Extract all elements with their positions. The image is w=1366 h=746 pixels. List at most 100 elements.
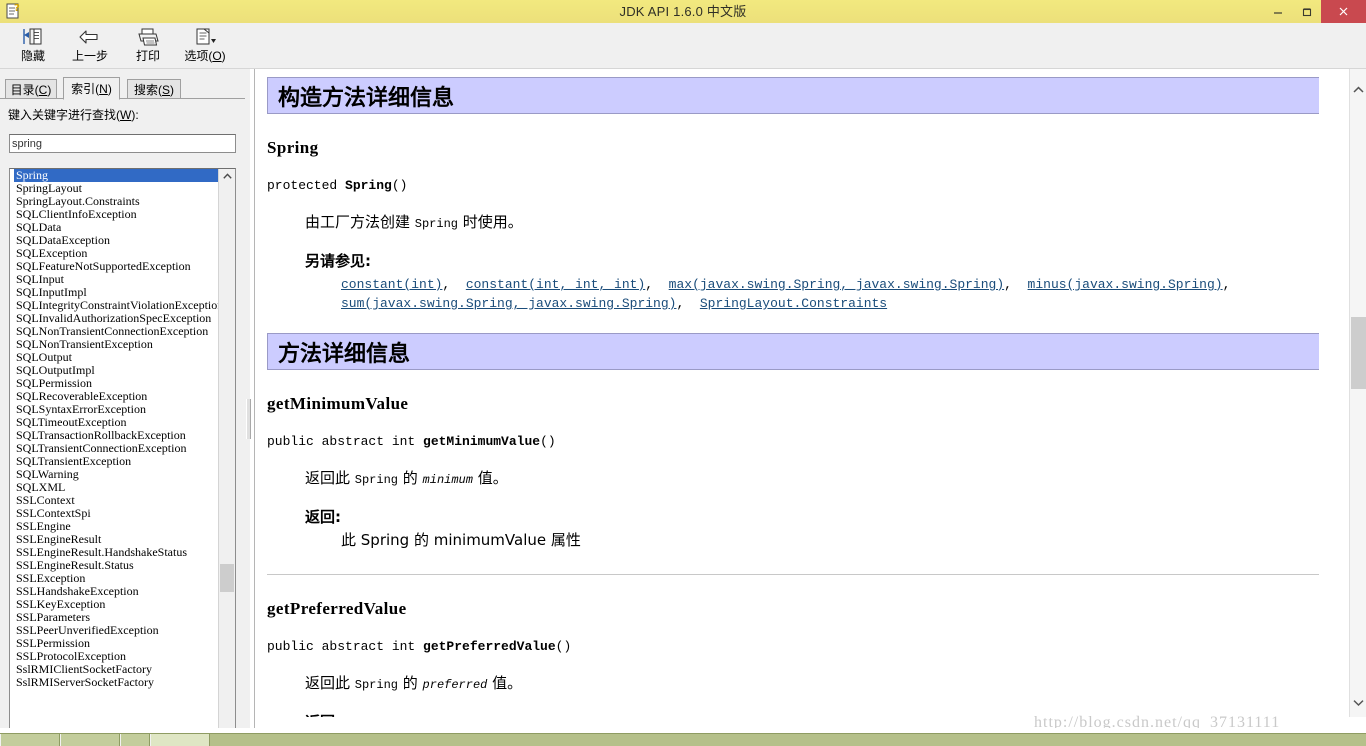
tab-search[interactable]: 搜索(S) [127,79,181,99]
minimize-button[interactable] [1263,0,1292,23]
method-signature-getpreferredvalue: public abstract int getPreferredValue() [267,639,572,654]
index-list-item[interactable]: SSLKeyException [14,598,223,611]
keyword-label: 键入关键字进行查找(W): [8,108,139,122]
see-also-link[interactable]: constant(int, int, int) [466,277,645,292]
index-list-item[interactable]: SQLIntegrityConstraintViolationException [14,299,223,312]
index-list-item[interactable]: SslRMIServerSocketFactory [14,676,223,689]
method-description-getminimumvalue: 返回此 Spring 的 minimum 值。 [305,469,508,487]
scroll-up-icon[interactable] [219,169,235,184]
tab-contents[interactable]: 目录(C) [5,79,57,99]
toolbar-button-print[interactable]: 打印 [119,24,177,67]
index-list-item[interactable]: SSLParameters [14,611,223,624]
see-also-link[interactable]: SpringLayout.Constraints [700,296,887,311]
method-name-getminimumvalue: getMinimumValue [267,394,409,413]
doc-scroll-thumb[interactable] [1351,317,1366,389]
see-also-link[interactable]: constant(int) [341,277,442,292]
toolbar-button-print-label: 打印 [135,49,160,63]
index-list-item[interactable]: SQLInputImpl [14,286,223,299]
see-also-link[interactable]: sum(javax.swing.Spring, javax.swing.Spri… [341,296,676,311]
index-list-item[interactable]: SSLPermission [14,637,223,650]
document-pane: 构造方法详细信息 Spring protected Spring() 由工厂方法… [254,69,1366,734]
toolbar-button-hide[interactable]: 隐藏 [4,24,62,67]
constructor-signature: protected Spring() [267,178,408,193]
index-list-item[interactable]: SQLException [14,247,223,260]
pane-splitter[interactable] [245,69,251,734]
window-title: JDK API 1.6.0 中文版 [619,4,747,19]
index-list-items: Spring SpringLayout SpringLayout.Constrain… [10,169,223,689]
index-list-item[interactable]: SQLNonTransientException [14,338,223,351]
index-list-item[interactable]: SQLInput [14,273,223,286]
section-heading-method-detail: 方法详细信息 [267,333,1319,370]
maximize-button[interactable] [1292,0,1321,23]
index-list-item[interactable]: SQLWarning [14,468,223,481]
link-separator: , [676,296,700,311]
toolbar-button-hide-label: 隐藏 [20,49,45,63]
index-list-item[interactable]: SQLRecoverableException [14,390,223,403]
hide-pane-icon [4,24,62,48]
see-also-link[interactable]: minus(javax.swing.Spring) [1028,277,1223,292]
index-list-item[interactable]: SSLEngineResult.Status [14,559,223,572]
index-list-item[interactable]: SQLData [14,221,223,234]
index-list-item[interactable]: SQLXML [14,481,223,494]
link-separator: , [645,277,669,292]
index-list-item[interactable]: SQLInvalidAuthorizationSpecException [14,312,223,325]
see-also-links: constant(int), constant(int, int, int), … [341,275,1321,313]
index-list-item[interactable]: SSLEngineResult.HandshakeStatus [14,546,223,559]
document-vertical-scrollbar[interactable] [1349,69,1366,717]
index-list-item[interactable]: SQLClientInfoException [14,208,223,221]
doc-scroll-down-icon[interactable] [1350,694,1366,711]
returns-body-getminimumvalue: 此 Spring 的 minimumValue 属性 [341,531,581,549]
constructor-description: 由工厂方法创建 Spring 时使用。 [305,213,523,231]
index-list-item[interactable]: SQLDataException [14,234,223,247]
constructor-name: Spring [267,138,319,157]
splitter-grip[interactable] [246,399,251,439]
index-list-item[interactable]: SpringLayout.Constraints [14,195,223,208]
index-list-item[interactable]: SpringLayout [14,182,223,195]
index-list-item[interactable]: SSLContextSpi [14,507,223,520]
taskbar-item[interactable] [120,734,150,746]
index-list-item[interactable]: SQLTransientException [14,455,223,468]
help-viewer-window: ? JDK API 1.6.0 中文版 隐藏 上一步 打印 选项(O) 目录(C… [0,0,1366,746]
index-list-item[interactable]: SSLPeerUnverifiedException [14,624,223,637]
scroll-thumb[interactable] [220,564,234,592]
method-description-getpreferredvalue: 返回此 Spring 的 preferred 值。 [305,674,523,692]
taskbar-item-active[interactable] [150,734,210,746]
index-list-item[interactable]: Spring [14,169,221,182]
see-also-link[interactable]: max(javax.swing.Spring, javax.swing.Spri… [669,277,1004,292]
taskbar [0,733,1366,746]
index-list-item[interactable]: SSLException [14,572,223,585]
options-icon [176,24,234,48]
index-list-item[interactable]: SSLEngine [14,520,223,533]
index-list-item[interactable]: SQLTransientConnectionException [14,442,223,455]
taskbar-item[interactable] [60,734,120,746]
printer-icon [119,24,177,48]
index-list-item[interactable]: SQLTransactionRollbackException [14,429,223,442]
keyword-search-input[interactable] [9,134,236,153]
tab-index[interactable]: 索引(N) [63,77,120,100]
index-list-item[interactable]: SSLProtocolException [14,650,223,663]
document-content: 构造方法详细信息 Spring protected Spring() 由工厂方法… [255,69,1333,734]
taskbar-item[interactable] [0,734,60,746]
link-separator: , [1222,277,1239,292]
index-list-item[interactable]: SQLTimeoutException [14,416,223,429]
index-list-item[interactable]: SQLPermission [14,377,223,390]
method-divider [267,574,1319,575]
index-list-item[interactable]: SQLNonTransientConnectionException [14,325,223,338]
toolbar-button-options[interactable]: 选项(O) [176,24,234,67]
index-list-item[interactable]: SslRMIClientSocketFactory [14,663,223,676]
toolbar-button-back[interactable]: 上一步 [61,24,119,67]
section-heading-constructor-detail: 构造方法详细信息 [267,77,1319,114]
window-controls [1263,0,1366,23]
close-button[interactable] [1321,0,1366,23]
index-list-scrollbar[interactable] [218,169,235,746]
doc-scroll-up-icon[interactable] [1350,81,1366,98]
navigation-pane: 目录(C) 索引(N) 搜索(S) 键入关键字进行查找(W): Spring Sp… [0,69,250,746]
index-list-item[interactable]: SQLSyntaxErrorException [14,403,223,416]
index-list-item[interactable]: SQLOutputImpl [14,364,223,377]
index-list-item[interactable]: SSLHandshakeException [14,585,223,598]
index-list-item[interactable]: SSLContext [14,494,223,507]
index-listbox[interactable]: Spring SpringLayout SpringLayout.Constrain… [9,168,236,746]
index-list-item[interactable]: SQLOutput [14,351,223,364]
index-list-item[interactable]: SSLEngineResult [14,533,223,546]
index-list-item[interactable]: SQLFeatureNotSupportedException [14,260,223,273]
